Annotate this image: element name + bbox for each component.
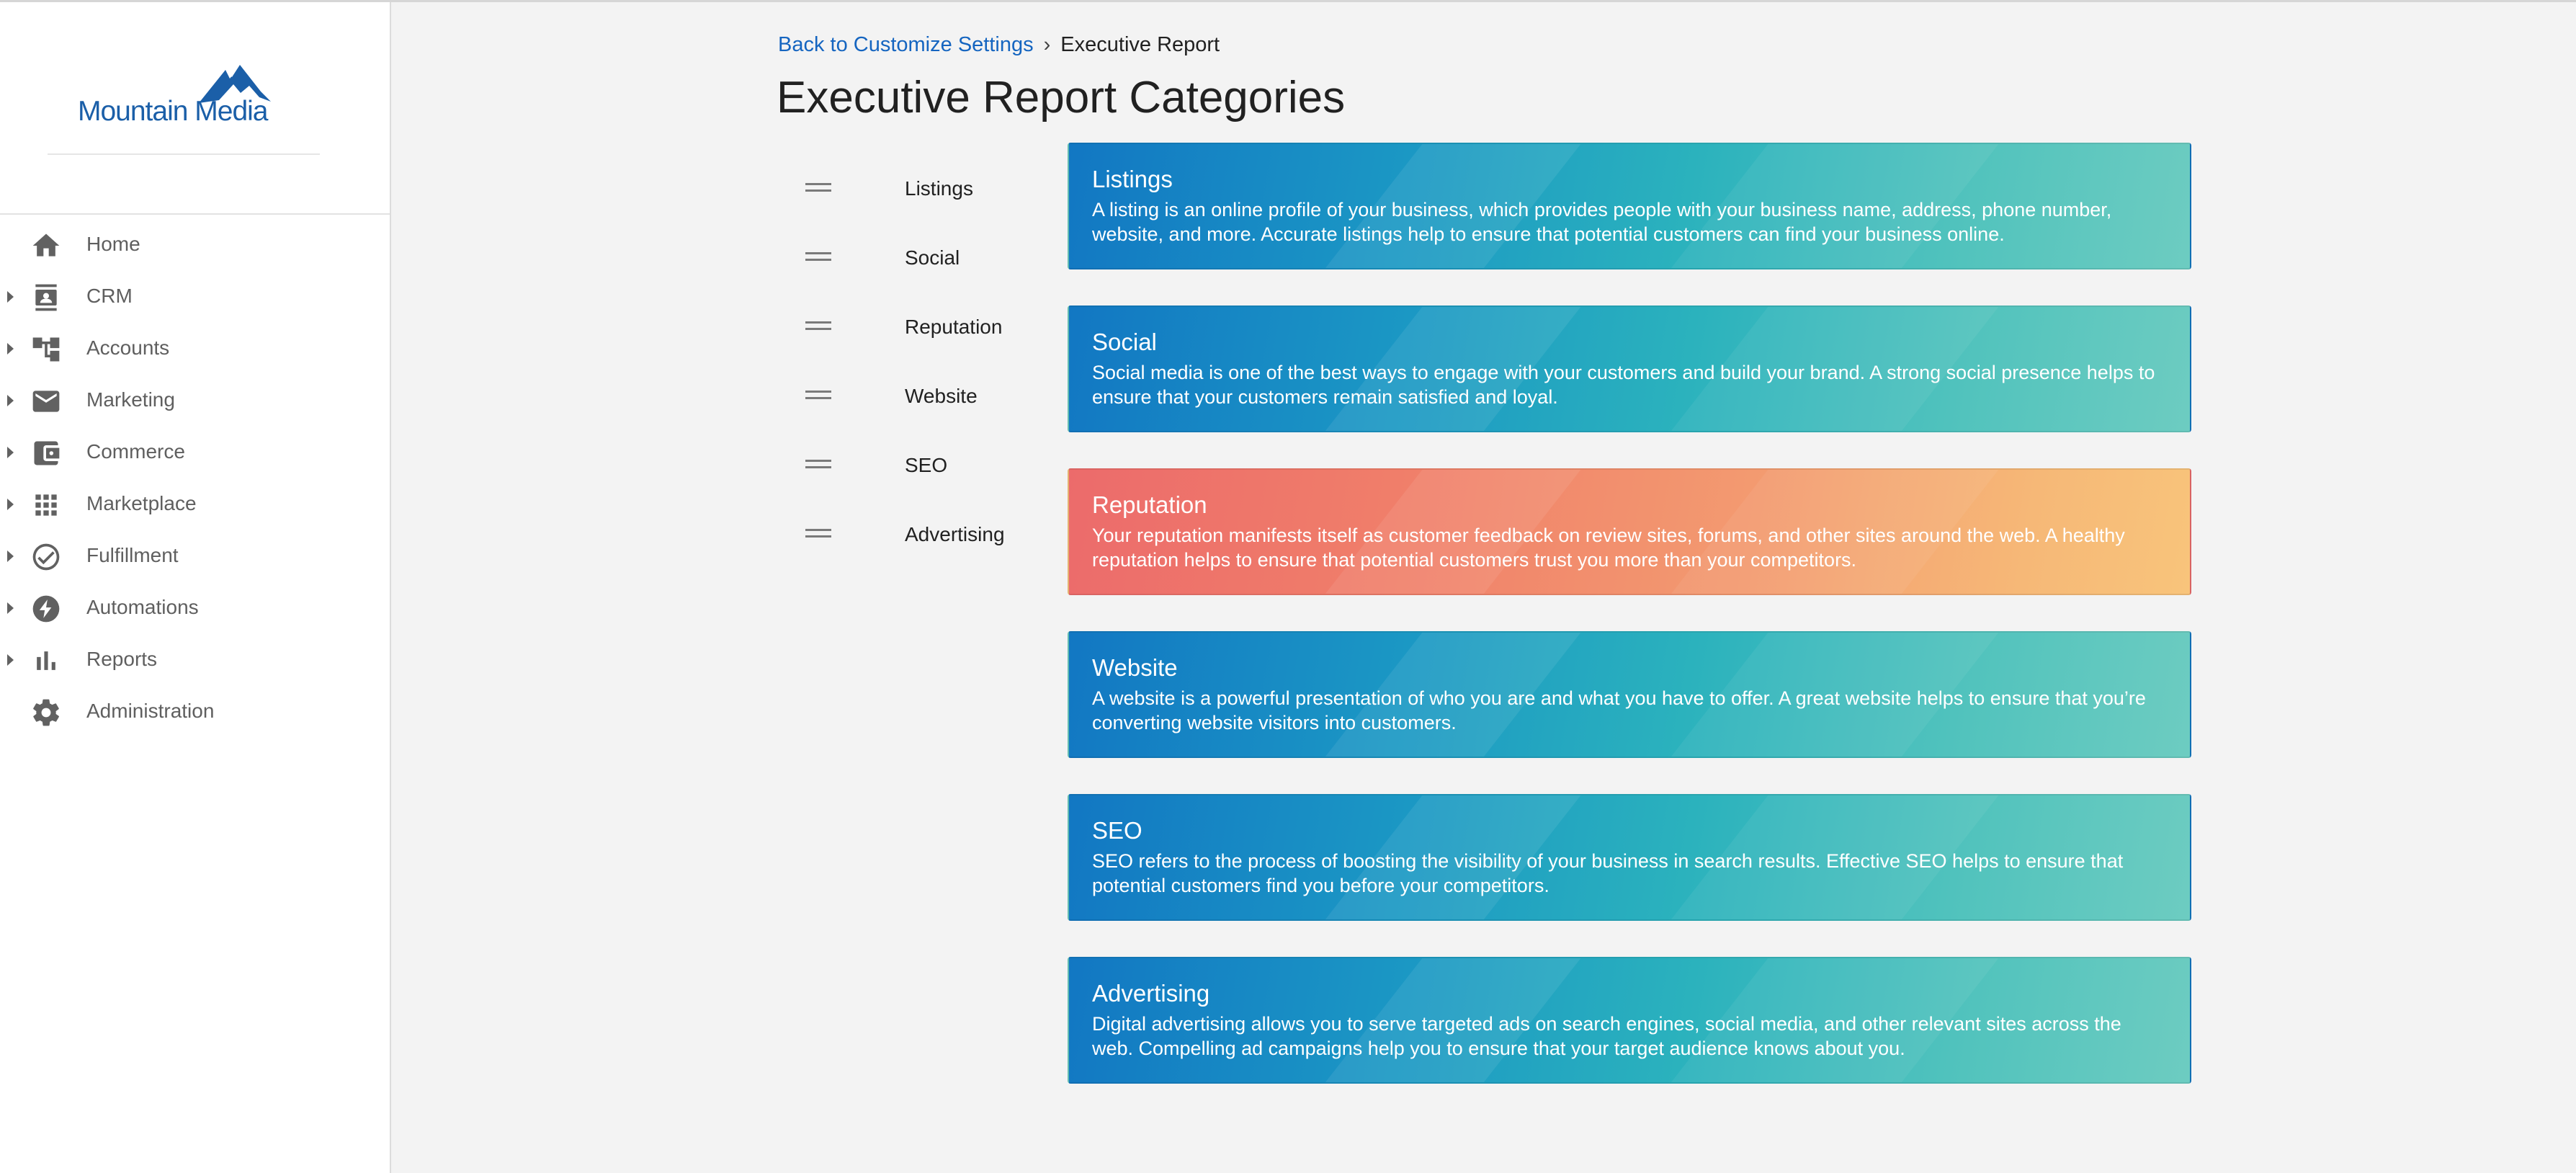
card-description: Digital advertising allows you to serve … xyxy=(1092,1013,2121,1059)
sortable-item-website[interactable]: Website xyxy=(800,363,1037,432)
sidebar-item-marketing[interactable]: Marketing xyxy=(0,374,390,426)
check-circle-icon xyxy=(30,541,62,573)
brand-logo[interactable]: Mountain Media xyxy=(78,58,301,130)
drag-handle-icon[interactable] xyxy=(805,529,831,539)
expand-caret-icon[interactable] xyxy=(7,499,14,510)
card-description: A listing is an online profile of your b… xyxy=(1092,199,2112,245)
expand-caret-icon[interactable] xyxy=(7,550,14,562)
mail-icon xyxy=(30,385,62,417)
expand-caret-icon[interactable] xyxy=(7,447,14,458)
card-description: A website is a powerful presentation of … xyxy=(1092,687,2146,733)
card-title: Reputation xyxy=(1092,491,1207,518)
sidebar-item-label: Reports xyxy=(86,648,158,670)
home-icon xyxy=(30,230,62,262)
expand-caret-icon[interactable] xyxy=(7,291,14,303)
sortable-item-label: Social xyxy=(905,246,960,269)
bolt-icon xyxy=(30,593,62,625)
category-card-social: Social Social media is one of the best w… xyxy=(1068,305,2191,432)
sidebar-nav: Home CRM Accounts Marketing Commerce Mar… xyxy=(0,218,390,737)
category-card-advertising: Advertising Digital advertising allows y… xyxy=(1068,957,2191,1084)
category-card-seo: SEO SEO refers to the process of boostin… xyxy=(1068,794,2191,921)
category-order-list: Listings Social Reputation Website SEO A… xyxy=(800,156,1037,571)
sortable-item-label: Listings xyxy=(905,177,973,200)
brand-name: Mountain Media xyxy=(78,96,268,127)
contact-card-icon xyxy=(30,282,62,313)
sidebar-item-label: Administration xyxy=(86,700,215,722)
expand-caret-icon[interactable] xyxy=(7,602,14,614)
sidebar-item-label: Commerce xyxy=(86,440,185,463)
card-title: Advertising xyxy=(1092,980,1210,1007)
expand-caret-icon[interactable] xyxy=(7,343,14,354)
sidebar-item-label: Automations xyxy=(86,596,199,618)
breadcrumb-current: Executive Report xyxy=(1060,33,1220,56)
sortable-item-label: Advertising xyxy=(905,523,1005,545)
sidebar: Mountain Media Home CRM Accounts Marketi… xyxy=(0,2,391,1173)
sidebar-item-label: Fulfillment xyxy=(86,544,179,566)
sidebar-item-accounts[interactable]: Accounts xyxy=(0,322,390,374)
sidebar-item-administration[interactable]: Administration xyxy=(0,685,390,737)
sidebar-item-label: Accounts xyxy=(86,336,170,359)
breadcrumb-separator: › xyxy=(1043,33,1051,56)
drag-handle-icon[interactable] xyxy=(805,321,831,331)
card-description: Social media is one of the best ways to … xyxy=(1092,362,2155,408)
sortable-item-listings[interactable]: Listings xyxy=(800,156,1037,225)
sortable-item-label: Reputation xyxy=(905,316,1003,338)
sidebar-item-label: Marketplace xyxy=(86,492,197,514)
logo-divider xyxy=(48,153,320,155)
sidebar-item-label: Home xyxy=(86,233,140,255)
sidebar-divider xyxy=(0,213,390,215)
sidebar-item-fulfillment[interactable]: Fulfillment xyxy=(0,530,390,581)
category-card-reputation: Reputation Your reputation manifests its… xyxy=(1068,468,2191,595)
sortable-item-label: SEO xyxy=(905,454,948,476)
sortable-item-social[interactable]: Social xyxy=(800,225,1037,294)
card-description: Your reputation manifests itself as cust… xyxy=(1092,525,2125,571)
drag-handle-icon[interactable] xyxy=(805,183,831,193)
page-title: Executive Report Categories xyxy=(777,73,1346,122)
card-title: Social xyxy=(1092,329,1157,355)
card-title: Listings xyxy=(1092,166,1173,192)
sidebar-item-crm[interactable]: CRM xyxy=(0,270,390,322)
drag-handle-icon[interactable] xyxy=(805,460,831,470)
card-title: Website xyxy=(1092,654,1178,681)
sortable-item-advertising[interactable]: Advertising xyxy=(800,501,1037,571)
sortable-item-seo[interactable]: SEO xyxy=(800,432,1037,501)
hierarchy-icon xyxy=(30,334,62,365)
bar-chart-icon xyxy=(30,645,62,677)
expand-caret-icon[interactable] xyxy=(7,395,14,406)
gear-icon xyxy=(30,697,62,728)
category-cards: Listings A listing is an online profile … xyxy=(1068,143,2191,1120)
category-card-listings: Listings A listing is an online profile … xyxy=(1068,143,2191,269)
category-card-website: Website A website is a powerful presenta… xyxy=(1068,631,2191,758)
sidebar-item-marketplace[interactable]: Marketplace xyxy=(0,478,390,530)
expand-caret-icon[interactable] xyxy=(7,654,14,666)
wallet-icon xyxy=(30,437,62,469)
sortable-item-reputation[interactable]: Reputation xyxy=(800,294,1037,363)
sidebar-item-automations[interactable]: Automations xyxy=(0,581,390,633)
sidebar-item-label: Marketing xyxy=(86,388,175,411)
sidebar-item-label: CRM xyxy=(86,285,133,307)
back-to-customize-settings-link[interactable]: Back to Customize Settings xyxy=(778,33,1034,56)
sidebar-item-home[interactable]: Home xyxy=(0,218,390,270)
drag-handle-icon[interactable] xyxy=(805,252,831,262)
grid-icon xyxy=(30,489,62,521)
drag-handle-icon[interactable] xyxy=(805,391,831,401)
card-title: SEO xyxy=(1092,817,1142,844)
sortable-item-label: Website xyxy=(905,385,978,407)
card-description: SEO refers to the process of boosting th… xyxy=(1092,850,2124,896)
sidebar-item-commerce[interactable]: Commerce xyxy=(0,426,390,478)
breadcrumb: Back to Customize Settings › Executive Rep… xyxy=(778,33,1220,57)
sidebar-item-reports[interactable]: Reports xyxy=(0,633,390,685)
